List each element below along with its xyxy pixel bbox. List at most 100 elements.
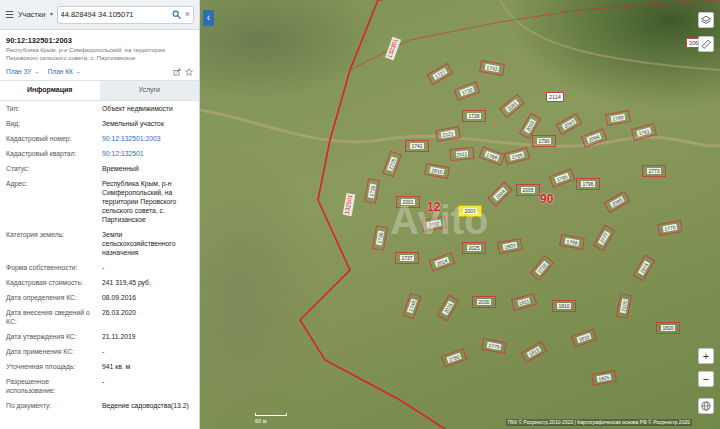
parcel[interactable]: 1820 <box>656 322 680 334</box>
parcel[interactable]: 1810 <box>552 300 576 312</box>
field-label: Дата утверждения КС: <box>6 332 98 341</box>
parcel[interactable]: 2780 <box>441 348 468 367</box>
parcel[interactable]: 1727 <box>427 63 454 85</box>
parcel[interactable]: 2024 <box>429 252 456 271</box>
parcel[interactable]: 2003 <box>458 205 482 217</box>
parcel[interactable]: 2101 <box>633 255 655 282</box>
parcel[interactable]: 2004 <box>487 181 512 206</box>
zoom-out-button[interactable]: − <box>698 371 714 387</box>
field-label: Тип: <box>6 104 98 113</box>
share-icon[interactable] <box>173 68 181 76</box>
ruler-button[interactable] <box>698 36 714 52</box>
parcel[interactable]: 2121 <box>435 126 461 142</box>
dropdown-icon[interactable]: ▾ <box>50 10 53 19</box>
parcel[interactable]: 1741 <box>405 140 429 152</box>
field-label: Кадастровый квартал: <box>6 149 98 158</box>
parcel[interactable]: 2779 <box>481 338 507 354</box>
tab[interactable]: Информация <box>0 81 100 100</box>
parcel-label: 2011 <box>455 150 468 157</box>
tab[interactable]: Услуги <box>100 81 200 100</box>
field-value: 26.03.2020 <box>102 308 193 326</box>
map[interactable]: 1727173017422091209217282121174127761735… <box>200 0 720 429</box>
parcel-label: 2091 <box>505 99 519 112</box>
info-row: Кадастровый номер:90:12:132501:2003 <box>0 131 199 146</box>
parcel[interactable]: 2091 <box>499 94 525 119</box>
map-label: 12 <box>427 198 440 216</box>
parcel-label: 2030 <box>477 299 490 305</box>
field-label: Кадастровая стоимость: <box>6 278 98 287</box>
search-input[interactable] <box>61 9 168 20</box>
parcel[interactable]: 2002 <box>421 216 447 232</box>
parcel[interactable]: 2005 <box>516 184 540 196</box>
parcel[interactable]: 1735 <box>364 178 380 204</box>
parcel[interactable]: 1742 <box>479 60 505 76</box>
parcel[interactable]: 2011 <box>450 147 475 161</box>
parcel[interactable]: 1736 <box>372 225 388 251</box>
parcel[interactable]: 1825 <box>591 370 617 386</box>
parcel[interactable]: 1789 <box>504 147 530 165</box>
parcel[interactable]: 1790 <box>532 135 556 147</box>
parcel[interactable]: 2093 <box>556 113 583 135</box>
field-label: По документу: <box>6 401 98 410</box>
plan-link[interactable]: План ЗУ → <box>6 67 40 77</box>
parcel[interactable]: 2773 <box>642 165 666 177</box>
layers-icon[interactable] <box>701 15 711 25</box>
parcel[interactable]: 2001 <box>396 196 420 208</box>
field-label: Дата внесения сведений о КС: <box>6 308 98 326</box>
search-icon[interactable] <box>172 10 181 19</box>
clear-button[interactable]: × <box>185 10 190 19</box>
parcel[interactable]: 1803 <box>497 238 523 254</box>
ruler-icon[interactable] <box>701 39 711 49</box>
parcel-label: 2031 <box>442 301 454 315</box>
layer-select[interactable]: Участки ▾ <box>18 9 53 20</box>
parcel[interactable]: 1740 <box>402 293 421 320</box>
field-link[interactable]: 90:12:132501 <box>102 149 193 158</box>
field-link[interactable]: 90:12:132501:2003 <box>102 134 193 143</box>
parcel[interactable]: 1737 <box>395 252 419 264</box>
star-icon[interactable] <box>185 68 193 76</box>
parcel[interactable]: 1796 <box>576 178 600 190</box>
parcel[interactable]: 2777 <box>593 225 615 252</box>
parcel[interactable]: 2031 <box>437 295 459 322</box>
zoom-in-button[interactable]: + <box>698 348 714 364</box>
parcel-label: 2001 <box>401 199 414 205</box>
parcel[interactable]: 1770 <box>657 220 683 236</box>
plan-link[interactable]: План КК → <box>48 67 81 77</box>
collapse-button[interactable]: ‹ <box>203 10 214 26</box>
field-value: Временный <box>102 164 193 173</box>
parcel[interactable]: 2776 <box>382 151 401 178</box>
parcel-label: 1816 <box>577 333 591 343</box>
map-scale: 60 м <box>255 413 287 425</box>
parcel[interactable]: 1798 <box>559 234 585 250</box>
field-label: Форма собственности: <box>6 263 98 272</box>
menu-icon[interactable]: ☰ <box>5 10 14 20</box>
parcel[interactable]: 1788 <box>479 146 506 165</box>
parcel-label: 2005 <box>521 187 534 193</box>
parcel-label: 1740 <box>407 299 417 313</box>
parcel[interactable]: 2010 <box>424 163 450 179</box>
field-label: Дата определения КС: <box>6 293 98 302</box>
parcel-label: 2093 <box>562 118 576 130</box>
object-address: Республика Крым, р-н Симферопольский, на… <box>0 47 199 62</box>
parcel[interactable]: 1730 <box>454 81 481 100</box>
parcel-label: 2025 <box>467 245 480 251</box>
parcel[interactable]: 2085 <box>604 191 631 213</box>
parcel[interactable]: 1811 <box>511 293 537 311</box>
parcel[interactable]: 2728 <box>530 255 555 281</box>
parcel-label: 1803 <box>503 242 517 250</box>
scale-bar <box>255 413 287 416</box>
parcel[interactable]: 2030 <box>472 296 496 308</box>
parcel-label: 1742 <box>485 64 499 72</box>
field-value: Республика Крым, р-н Симферопольский, на… <box>102 179 193 224</box>
parcel[interactable]: 1795 <box>549 168 576 187</box>
globe-button[interactable] <box>698 398 714 414</box>
layers-button[interactable] <box>698 12 714 28</box>
parcel[interactable]: 1816 <box>571 328 598 347</box>
parcel[interactable]: 1760 <box>605 110 631 126</box>
parcel[interactable]: 1815 <box>521 341 548 363</box>
layer-label[interactable]: Участки <box>18 9 46 20</box>
globe-icon[interactable] <box>701 401 711 411</box>
parcel[interactable]: 2100 <box>616 293 632 319</box>
parcel[interactable]: 2025 <box>462 242 486 254</box>
parcel[interactable]: 1728 <box>462 110 486 122</box>
